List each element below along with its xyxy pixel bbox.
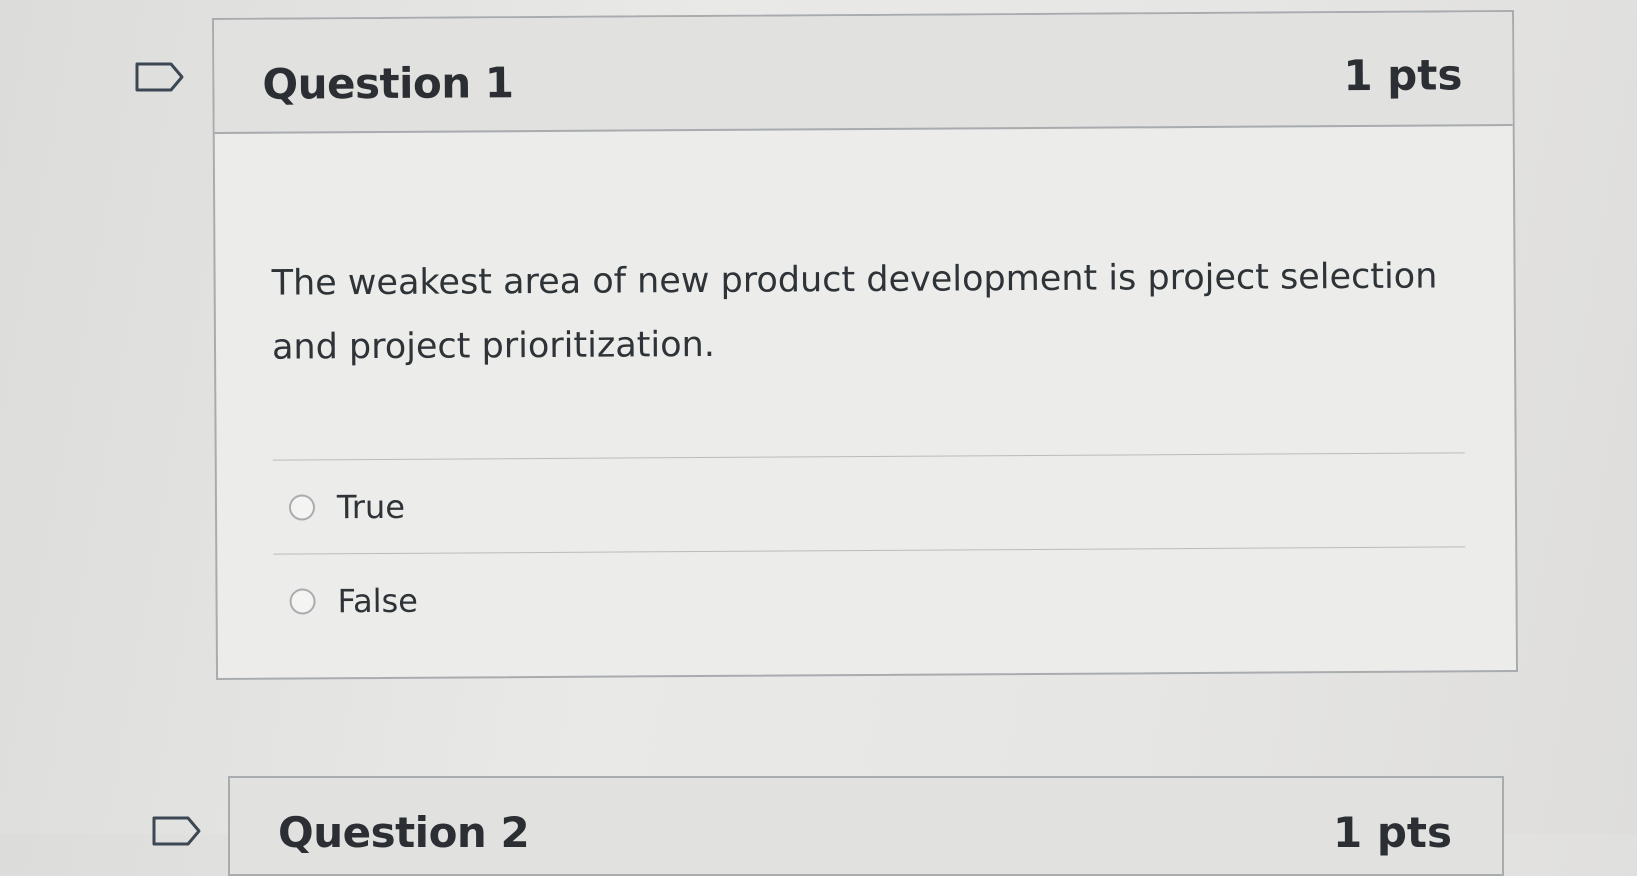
question-1-points: 1 pts <box>1343 50 1463 101</box>
radio-unchecked-icon[interactable] <box>289 588 316 615</box>
answer-label-true: True <box>336 487 406 527</box>
answer-option-false[interactable]: False <box>289 579 418 624</box>
question-1-title: Question 1 <box>262 58 514 109</box>
question-1-text: The weakest area of new product developm… <box>271 256 1438 368</box>
question-1-header: Question 1 1 pts <box>214 12 1513 134</box>
answer-divider <box>273 546 1466 555</box>
question-2-points: 1 pts <box>1333 808 1452 857</box>
radio-unchecked-icon[interactable] <box>288 494 316 521</box>
answer-option-true[interactable]: True <box>288 485 406 530</box>
flag-question-2-icon[interactable] <box>152 816 202 846</box>
question-2-title: Question 2 <box>278 808 530 857</box>
answer-label-false: False <box>337 581 419 621</box>
answer-divider <box>272 452 1465 461</box>
flag-question-1-icon[interactable] <box>135 62 185 92</box>
question-2-card: Question 2 1 pts <box>228 776 1504 876</box>
question-1-card: Question 1 1 pts The weakest area of new… <box>212 10 1519 680</box>
